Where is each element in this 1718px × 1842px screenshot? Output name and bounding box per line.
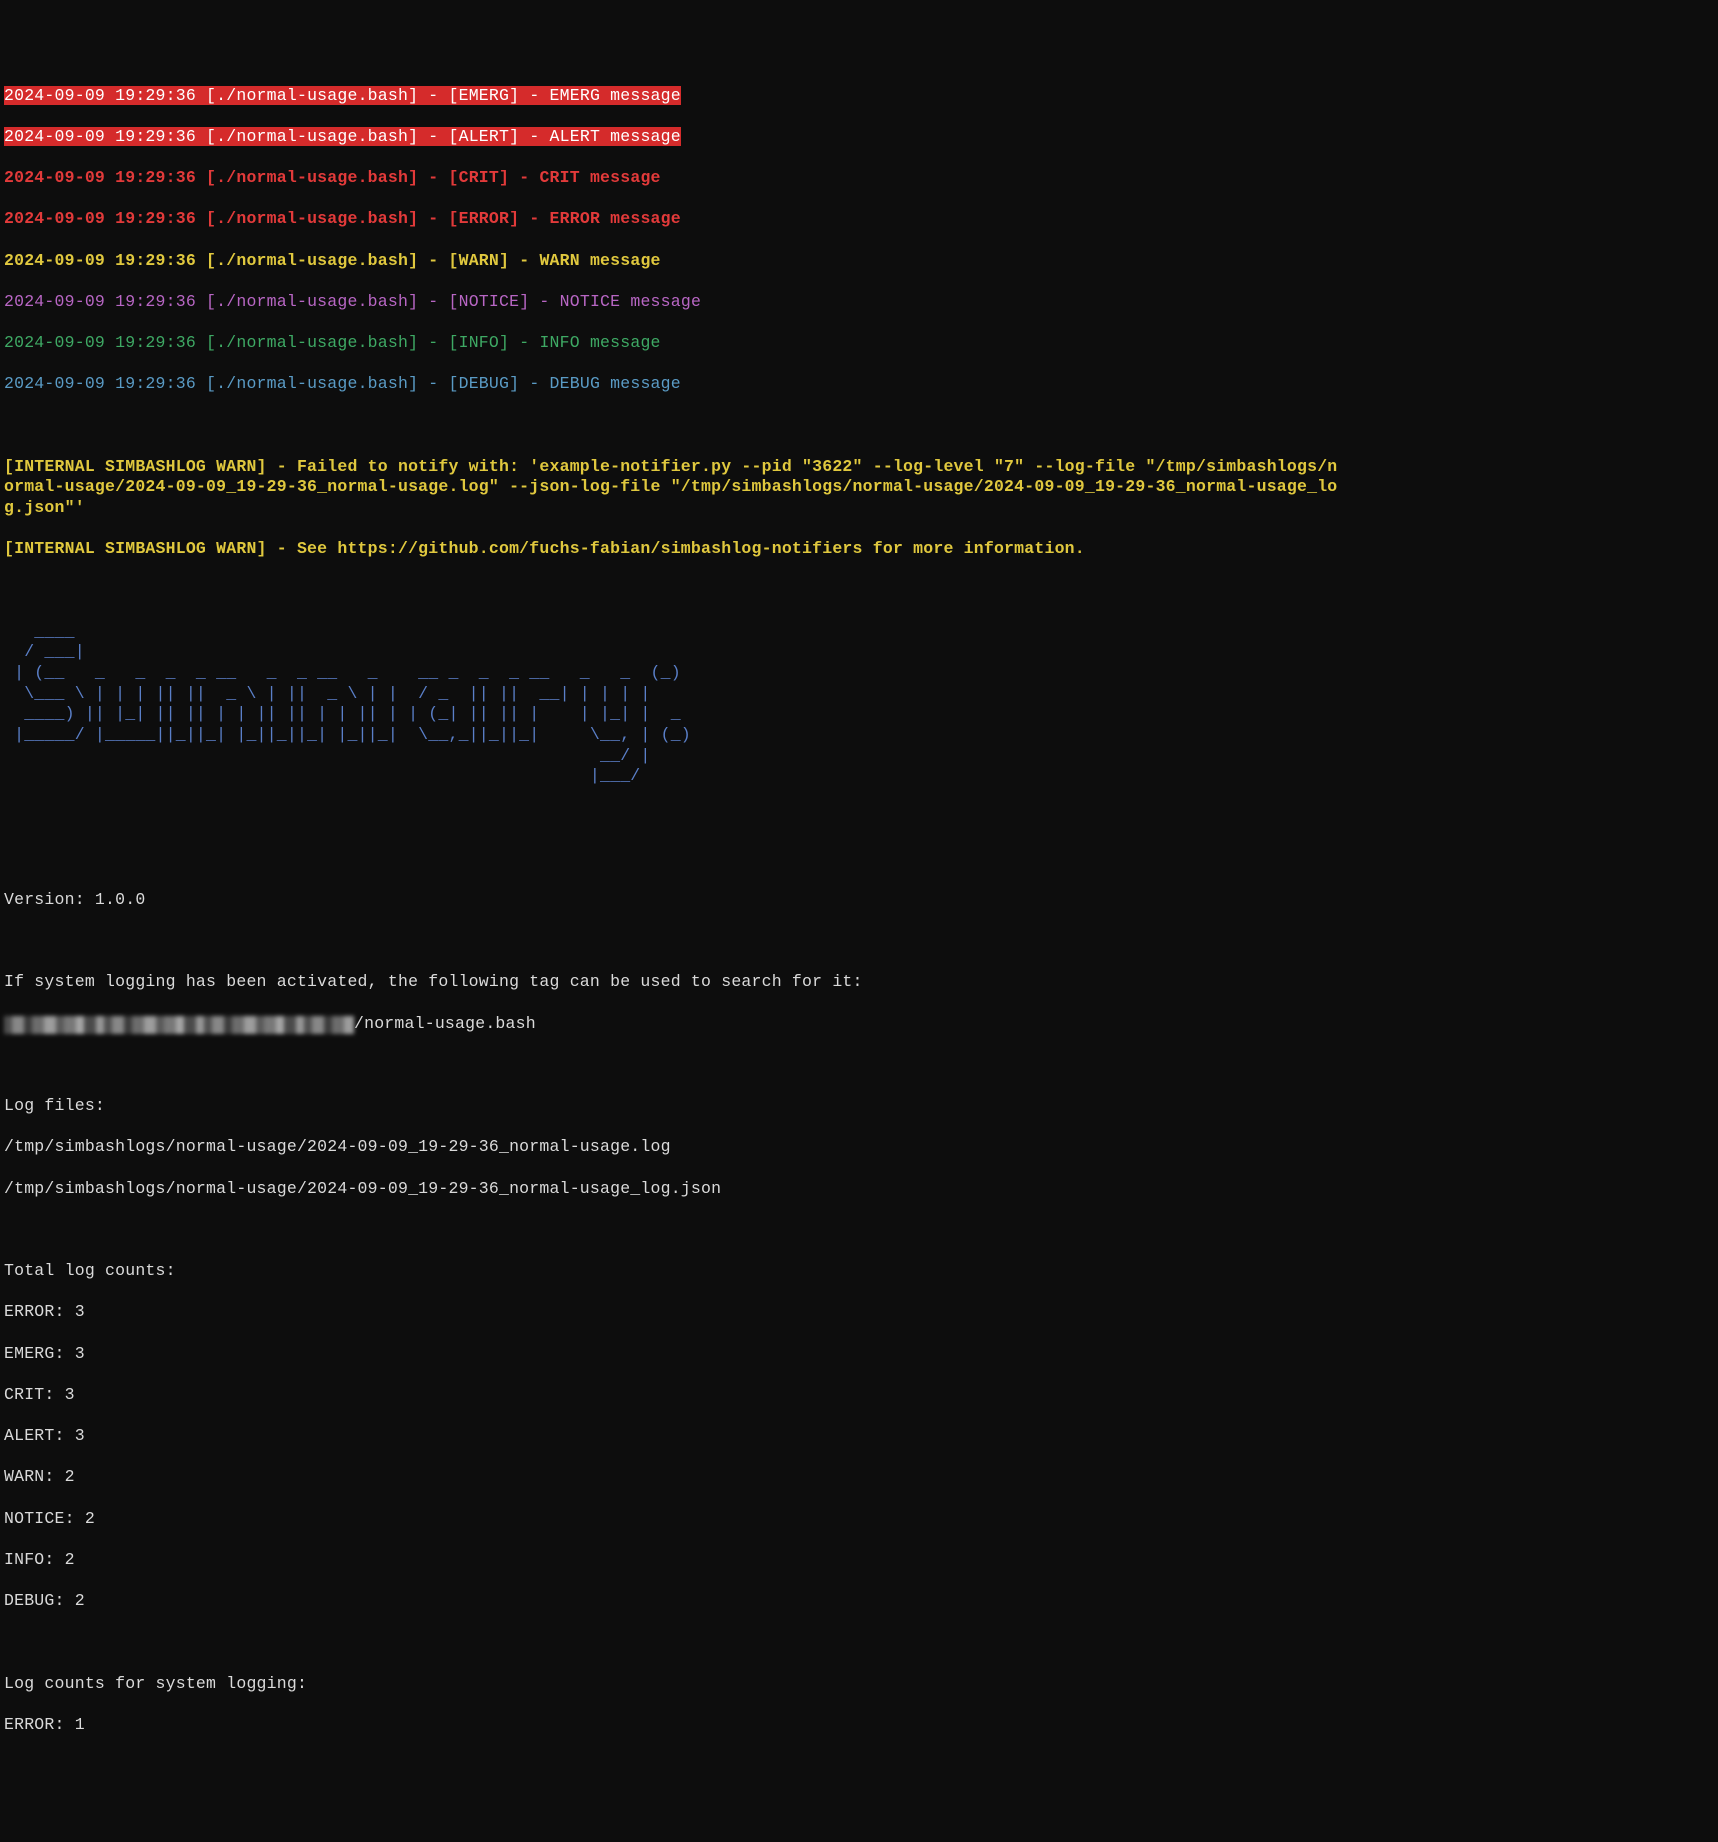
blank <box>4 1220 1714 1241</box>
total-count-row: ERROR: 3 <box>4 1302 1714 1323</box>
total-count-row: WARN: 2 <box>4 1467 1714 1488</box>
version-label: Version: 1.0.0 <box>4 890 1714 911</box>
blank <box>4 1055 1714 1076</box>
total-count-row: DEBUG: 2 <box>4 1591 1714 1612</box>
blank <box>4 581 1714 602</box>
blank <box>4 849 1714 870</box>
log-files-header: Log files: <box>4 1096 1714 1117</box>
blank <box>4 416 1714 437</box>
blank <box>4 807 1714 828</box>
syslog-count-row: ERROR: 1 <box>4 1715 1714 1736</box>
log-line-info: 2024-09-09 19:29:36 [./normal-usage.bash… <box>4 333 1714 354</box>
syslog-intro: If system logging has been activated, th… <box>4 972 1714 993</box>
total-counts-header: Total log counts: <box>4 1261 1714 1282</box>
log-file-path-1: /tmp/simbashlogs/normal-usage/2024-09-09… <box>4 1137 1714 1158</box>
total-count-row: CRIT: 3 <box>4 1385 1714 1406</box>
blank <box>4 1632 1714 1653</box>
log-line-error: 2024-09-09 19:29:36 [./normal-usage.bash… <box>4 209 1714 230</box>
log-line-notice: 2024-09-09 19:29:36 [./normal-usage.bash… <box>4 292 1714 313</box>
redacted-block <box>4 1016 354 1034</box>
internal-warn-1: [INTERNAL SIMBASHLOG WARN] - Failed to n… <box>4 457 1344 519</box>
ascii-art-summary: ____ / ___| | (__ _ _ _ _ __ _ _ __ _ __… <box>4 622 1714 787</box>
log-line-debug: 2024-09-09 19:29:36 [./normal-usage.bash… <box>4 374 1714 395</box>
syslog-tag: /normal-usage.bash <box>4 1014 1714 1035</box>
log-file-path-2: /tmp/simbashlogs/normal-usage/2024-09-09… <box>4 1179 1714 1200</box>
total-count-row: INFO: 2 <box>4 1550 1714 1571</box>
total-count-row: ALERT: 3 <box>4 1426 1714 1447</box>
blank <box>4 931 1714 952</box>
syslog-counts-header: Log counts for system logging: <box>4 1674 1714 1695</box>
internal-warn-2: [INTERNAL SIMBASHLOG WARN] - See https:/… <box>4 539 1714 560</box>
log-line-crit: 2024-09-09 19:29:36 [./normal-usage.bash… <box>4 168 1714 189</box>
total-count-row: EMERG: 3 <box>4 1344 1714 1365</box>
log-line-alert: 2024-09-09 19:29:36 [./normal-usage.bash… <box>4 127 1714 148</box>
total-count-row: NOTICE: 2 <box>4 1509 1714 1530</box>
log-line-emerg: 2024-09-09 19:29:36 [./normal-usage.bash… <box>4 86 1714 107</box>
log-line-warn: 2024-09-09 19:29:36 [./normal-usage.bash… <box>4 251 1714 272</box>
